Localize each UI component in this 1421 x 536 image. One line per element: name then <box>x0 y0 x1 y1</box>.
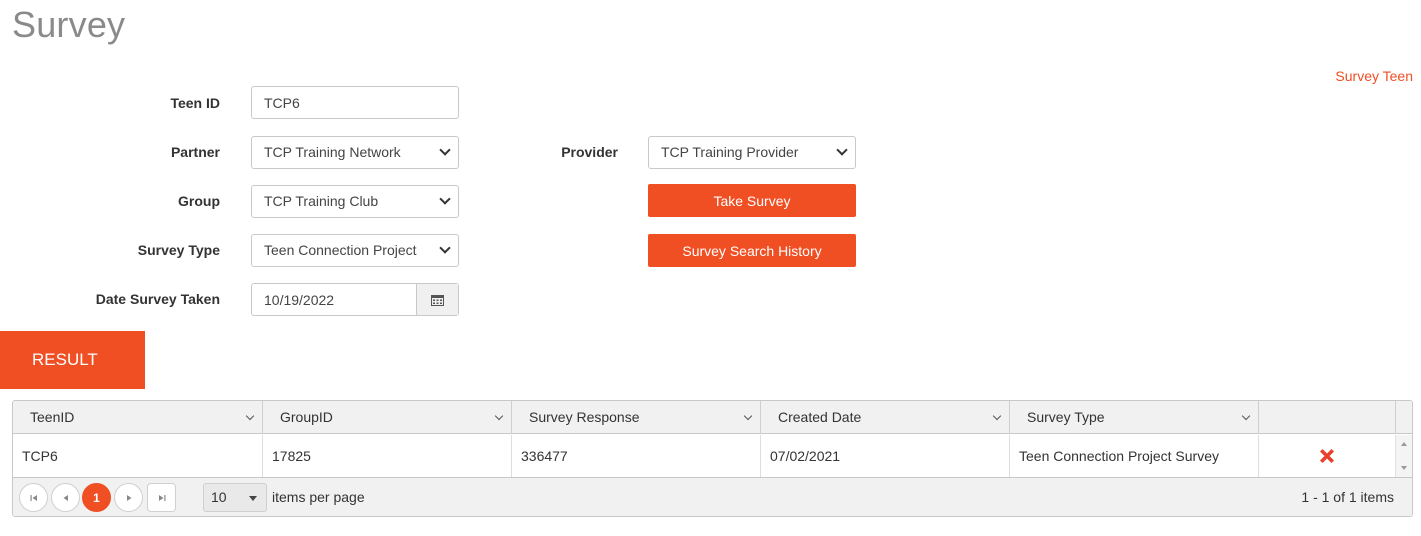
survey-type-select[interactable]: Teen Connection Project <box>251 234 459 267</box>
survey-type-label: Survey Type <box>137 242 220 258</box>
pager-info: 1 - 1 of 1 items <box>1301 489 1394 505</box>
next-page-button[interactable] <box>114 483 143 512</box>
page-size-value: 10 <box>211 489 227 505</box>
table-row[interactable]: TCP6 17825 336477 07/02/2021 Teen Connec… <box>13 435 1412 477</box>
group-label: Group <box>178 193 220 209</box>
cell-created-date: 07/02/2021 <box>761 435 1010 477</box>
cell-actions <box>1259 435 1396 477</box>
column-header-label: GroupID <box>280 409 333 425</box>
chevron-down-icon[interactable] <box>1241 411 1251 421</box>
page-number-button[interactable]: 1 <box>82 483 111 512</box>
result-tab: RESULT <box>0 331 145 389</box>
cell-groupid: 17825 <box>263 435 512 477</box>
grid-pager: 1 10 items per page 1 - 1 of 1 items <box>13 477 1412 516</box>
grid-header: TeenID GroupID Survey Response Created D… <box>13 401 1412 434</box>
scroll-down-arrow-icon[interactable] <box>1401 466 1407 470</box>
take-survey-button[interactable]: Take Survey <box>648 184 856 217</box>
chevron-down-icon <box>439 193 451 205</box>
page-title: Survey <box>12 4 126 45</box>
partner-label: Partner <box>170 144 220 160</box>
date-taken-input[interactable] <box>252 284 412 315</box>
provider-select[interactable]: TCP Training Provider <box>648 136 856 169</box>
last-page-icon <box>158 494 165 501</box>
next-page-icon <box>126 494 131 501</box>
delete-icon[interactable] <box>1317 446 1337 466</box>
chevron-down-icon[interactable] <box>245 411 255 421</box>
survey-type-select-value: Teen Connection Project <box>264 242 417 258</box>
cell-survey-response: 336477 <box>512 435 761 477</box>
vertical-scrollbar[interactable] <box>1395 435 1412 477</box>
column-header-groupid[interactable]: GroupID <box>263 401 512 434</box>
column-header-created-date[interactable]: Created Date <box>761 401 1010 434</box>
provider-label: Provider <box>561 144 618 160</box>
date-taken-picker <box>251 283 459 316</box>
column-header-label: TeenID <box>30 409 75 425</box>
survey-search-history-button[interactable]: Survey Search History <box>648 234 856 267</box>
teen-id-label: Teen ID <box>170 95 220 111</box>
survey-teen-link[interactable]: Survey Teen <box>1335 68 1413 84</box>
items-per-page-label: items per page <box>272 489 365 505</box>
column-header-actions <box>1259 401 1396 434</box>
column-header-teenid[interactable]: TeenID <box>13 401 263 434</box>
last-page-button[interactable] <box>147 483 176 512</box>
provider-select-value: TCP Training Provider <box>661 144 799 160</box>
cell-survey-type: Teen Connection Project Survey <box>1010 435 1259 477</box>
scroll-up-arrow-icon[interactable] <box>1401 442 1407 446</box>
caret-down-icon <box>249 496 257 501</box>
column-header-survey-response[interactable]: Survey Response <box>512 401 761 434</box>
partner-select-value: TCP Training Network <box>264 144 401 160</box>
result-grid: TeenID GroupID Survey Response Created D… <box>12 400 1413 517</box>
calendar-button[interactable] <box>416 284 458 315</box>
calendar-icon <box>431 294 444 306</box>
column-header-label: Survey Response <box>529 409 640 425</box>
first-page-icon <box>30 494 37 501</box>
previous-page-button[interactable] <box>51 483 80 512</box>
chevron-down-icon <box>836 144 848 156</box>
group-select-value: TCP Training Club <box>264 193 379 209</box>
chevron-down-icon[interactable] <box>743 411 753 421</box>
column-header-label: Created Date <box>778 409 862 425</box>
first-page-button[interactable] <box>19 483 48 512</box>
chevron-down-icon <box>439 242 451 254</box>
previous-page-icon <box>63 494 68 501</box>
chevron-down-icon[interactable] <box>494 411 504 421</box>
column-header-label: Survey Type <box>1027 409 1105 425</box>
cell-teenid: TCP6 <box>13 435 263 477</box>
column-header-survey-type[interactable]: Survey Type <box>1010 401 1259 434</box>
chevron-down-icon[interactable] <box>992 411 1002 421</box>
page-size-select[interactable]: 10 <box>203 483 267 512</box>
teen-id-input[interactable] <box>251 86 459 119</box>
date-taken-label: Date Survey Taken <box>95 291 220 307</box>
group-select[interactable]: TCP Training Club <box>251 185 459 218</box>
